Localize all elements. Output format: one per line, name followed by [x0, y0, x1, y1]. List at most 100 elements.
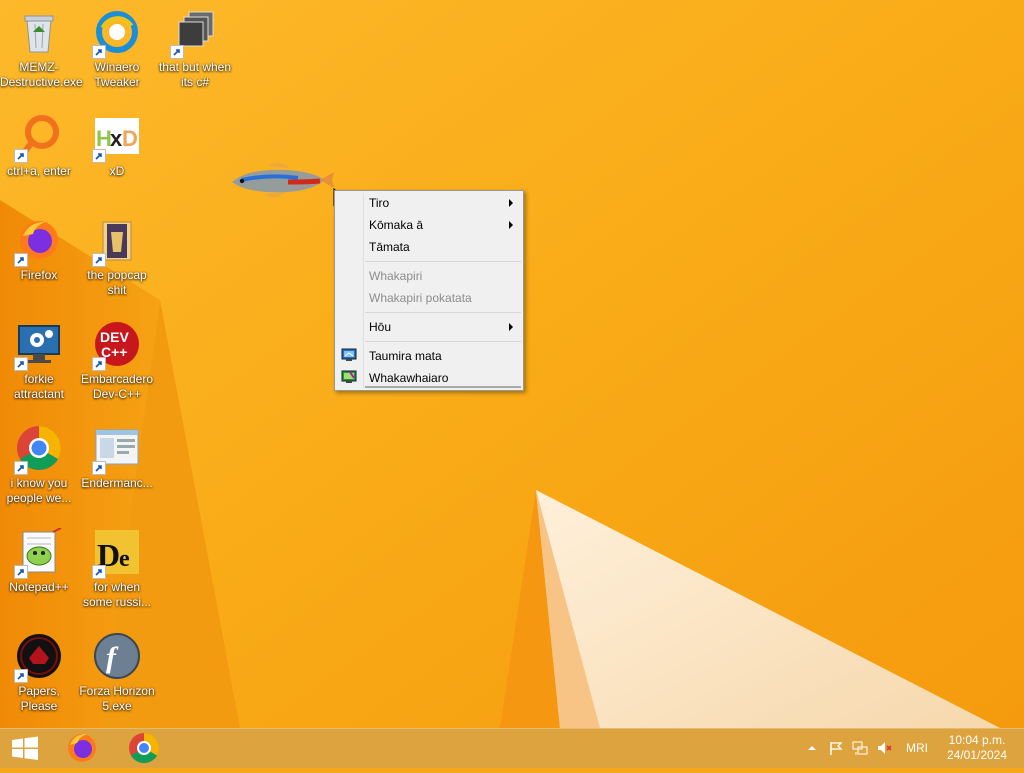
menu-item-label: Whakapiri pokatata [369, 291, 472, 305]
desktop-icon-label: that but when its c# [158, 60, 232, 89]
menu-item-paste: Whakapiri [337, 265, 521, 287]
shortcut-arrow-icon [14, 253, 28, 267]
menu-item-new[interactable]: Hōu [337, 316, 521, 338]
desktop-icon-that-but-when[interactable]: that but when its c# [156, 8, 234, 90]
shortcut-arrow-icon [92, 461, 106, 475]
desktop-icon-firefox[interactable]: Firefox [0, 216, 78, 283]
menu-item-label: Taumira mata [369, 349, 442, 363]
menu-item-refresh[interactable]: Tāmata [337, 236, 521, 258]
menu-separator [365, 341, 521, 342]
desktop-icon-label: Papers, Please [18, 684, 60, 713]
shortcut-arrow-icon [14, 357, 28, 371]
devcpp-icon: DEV C++ [92, 320, 141, 371]
desktop-fish [232, 162, 334, 198]
menu-separator [365, 261, 521, 262]
desktop-icon-popcap[interactable]: the popcap shit [78, 216, 156, 298]
desktop-icon-devcpp[interactable]: DEV C++ Embarcadero Dev-C++ [78, 320, 156, 402]
de-icon: D e [92, 528, 141, 579]
desktop-icon-endermanch[interactable]: Endermanc... [78, 424, 156, 491]
clock-date: 24/01/2024 [946, 748, 1008, 762]
desktop-icon-forkie[interactable]: forkie attractant [0, 320, 78, 402]
menu-bottom-highlight [365, 386, 521, 388]
taskbar: MRI 10:04 p.m. 24/01/2024 [0, 728, 1024, 768]
desktop-icon-label: the popcap shit [87, 268, 147, 297]
menu-item-sort-by[interactable]: Kōmaka ā [337, 214, 521, 236]
papers-please-icon [14, 632, 63, 683]
folder-icon [92, 216, 141, 267]
stacked-windows-icon [170, 8, 219, 59]
desktop-icon-xd[interactable]: H x D xD [78, 112, 156, 179]
shortcut-arrow-icon [14, 669, 28, 683]
svg-text:e: e [119, 546, 130, 572]
hxd-icon: H x D [92, 112, 141, 163]
desktop-icon-chrome[interactable]: i know you people we... [0, 424, 78, 506]
menu-item-label: Kōmaka ā [369, 218, 424, 232]
taskbar-firefox[interactable] [54, 728, 110, 768]
menu-item-label: Tiro [369, 196, 390, 210]
desktop-icon-label: forkie attractant [13, 372, 65, 401]
submenu-arrow-icon [509, 221, 513, 229]
menu-item-label: Whakapiri [369, 269, 423, 283]
monitor-gear-icon [14, 320, 63, 371]
start-button[interactable] [0, 728, 50, 768]
system-clock[interactable]: 10:04 p.m. 24/01/2024 [940, 733, 1014, 763]
recycle-bin-icon [15, 8, 63, 56]
taskbar-chrome[interactable] [116, 728, 172, 768]
desktop-icon-russi[interactable]: D e for when some russi... [78, 528, 156, 610]
menu-item-label: Hōu [369, 320, 392, 334]
shortcut-arrow-icon [14, 149, 28, 163]
desktop-icon-label: Forza Horizon 5.exe [79, 684, 155, 713]
desktop-icon-label: Embarcadero Dev-C++ [80, 372, 154, 401]
shortcut-arrow-icon [92, 149, 106, 163]
winaero-icon [92, 8, 141, 59]
desktop-icon-label: ctrl+a, enter [7, 164, 71, 178]
window-app-icon [92, 424, 141, 475]
shortcut-arrow-icon [92, 45, 106, 59]
desktop-icon-label: i know you people we... [6, 476, 72, 505]
flash-icon: f [93, 632, 141, 680]
shortcut-arrow-icon [14, 461, 28, 475]
desktop-icon-forza[interactable]: f Forza Horizon 5.exe [78, 632, 156, 714]
desktop-icon-ctrl-a-enter[interactable]: ctrl+a, enter [0, 112, 78, 179]
desktop-icon-label: Firefox [20, 268, 58, 282]
shortcut-arrow-icon [92, 253, 106, 267]
input-language-indicator[interactable]: MRI [906, 741, 928, 755]
action-center-flag-icon[interactable] [828, 740, 844, 756]
network-icon[interactable] [852, 740, 868, 756]
desktop-icon-notepadpp[interactable]: Notepad++ [0, 527, 78, 595]
desktop-icon-label: Endermanc... [81, 476, 153, 490]
desktop-icon-label: xD [109, 164, 125, 178]
shortcut-arrow-icon [92, 357, 106, 371]
desktop-icon-label: for when some russi... [82, 580, 151, 609]
firefox-icon [14, 216, 63, 267]
desktop-context-menu: Tiro Kōmaka ā Tāmata Whakapiri Whakapiri… [334, 190, 524, 391]
display-settings-icon [341, 348, 357, 361]
shortcut-arrow-icon [14, 565, 28, 579]
desktop-icon-label: MEMZ-Destructive.exe [0, 60, 83, 89]
show-hidden-icons-chevron[interactable] [804, 740, 820, 756]
desktop-icon-winaero-tweaker[interactable]: Winaero Tweaker [78, 8, 156, 90]
submenu-arrow-icon [509, 323, 513, 331]
menu-item-view[interactable]: Tiro [337, 192, 521, 214]
menu-item-screen-resolution[interactable]: Taumira mata [337, 345, 521, 367]
chrome-icon [129, 733, 160, 764]
desktop-icon-papers-please[interactable]: Papers, Please [0, 632, 78, 714]
chrome-icon [14, 424, 63, 475]
magnifier-ring-icon [14, 112, 63, 163]
menu-item-label: Whakawhaiaro [369, 371, 449, 385]
svg-text:D: D [122, 126, 138, 151]
clock-time: 10:04 p.m. [948, 733, 1006, 747]
desktop-icon-memz[interactable]: MEMZ-Destructive.exe [0, 8, 83, 90]
personalize-icon [341, 370, 357, 383]
volume-muted-icon[interactable] [876, 740, 892, 756]
submenu-arrow-icon [509, 199, 513, 207]
svg-text:DEV: DEV [100, 329, 129, 345]
desktop-icon-label: Notepad++ [9, 580, 69, 594]
desktop[interactable]: MEMZ-Destructive.exe Winaero Tweaker tha… [0, 0, 1024, 728]
menu-item-label: Tāmata [369, 240, 410, 254]
menu-item-paste-shortcut: Whakapiri pokatata [337, 287, 521, 309]
firefox-icon [68, 734, 96, 762]
shortcut-arrow-icon [92, 565, 106, 579]
menu-separator [365, 312, 521, 313]
desktop-icon-label: Winaero Tweaker [94, 60, 140, 89]
